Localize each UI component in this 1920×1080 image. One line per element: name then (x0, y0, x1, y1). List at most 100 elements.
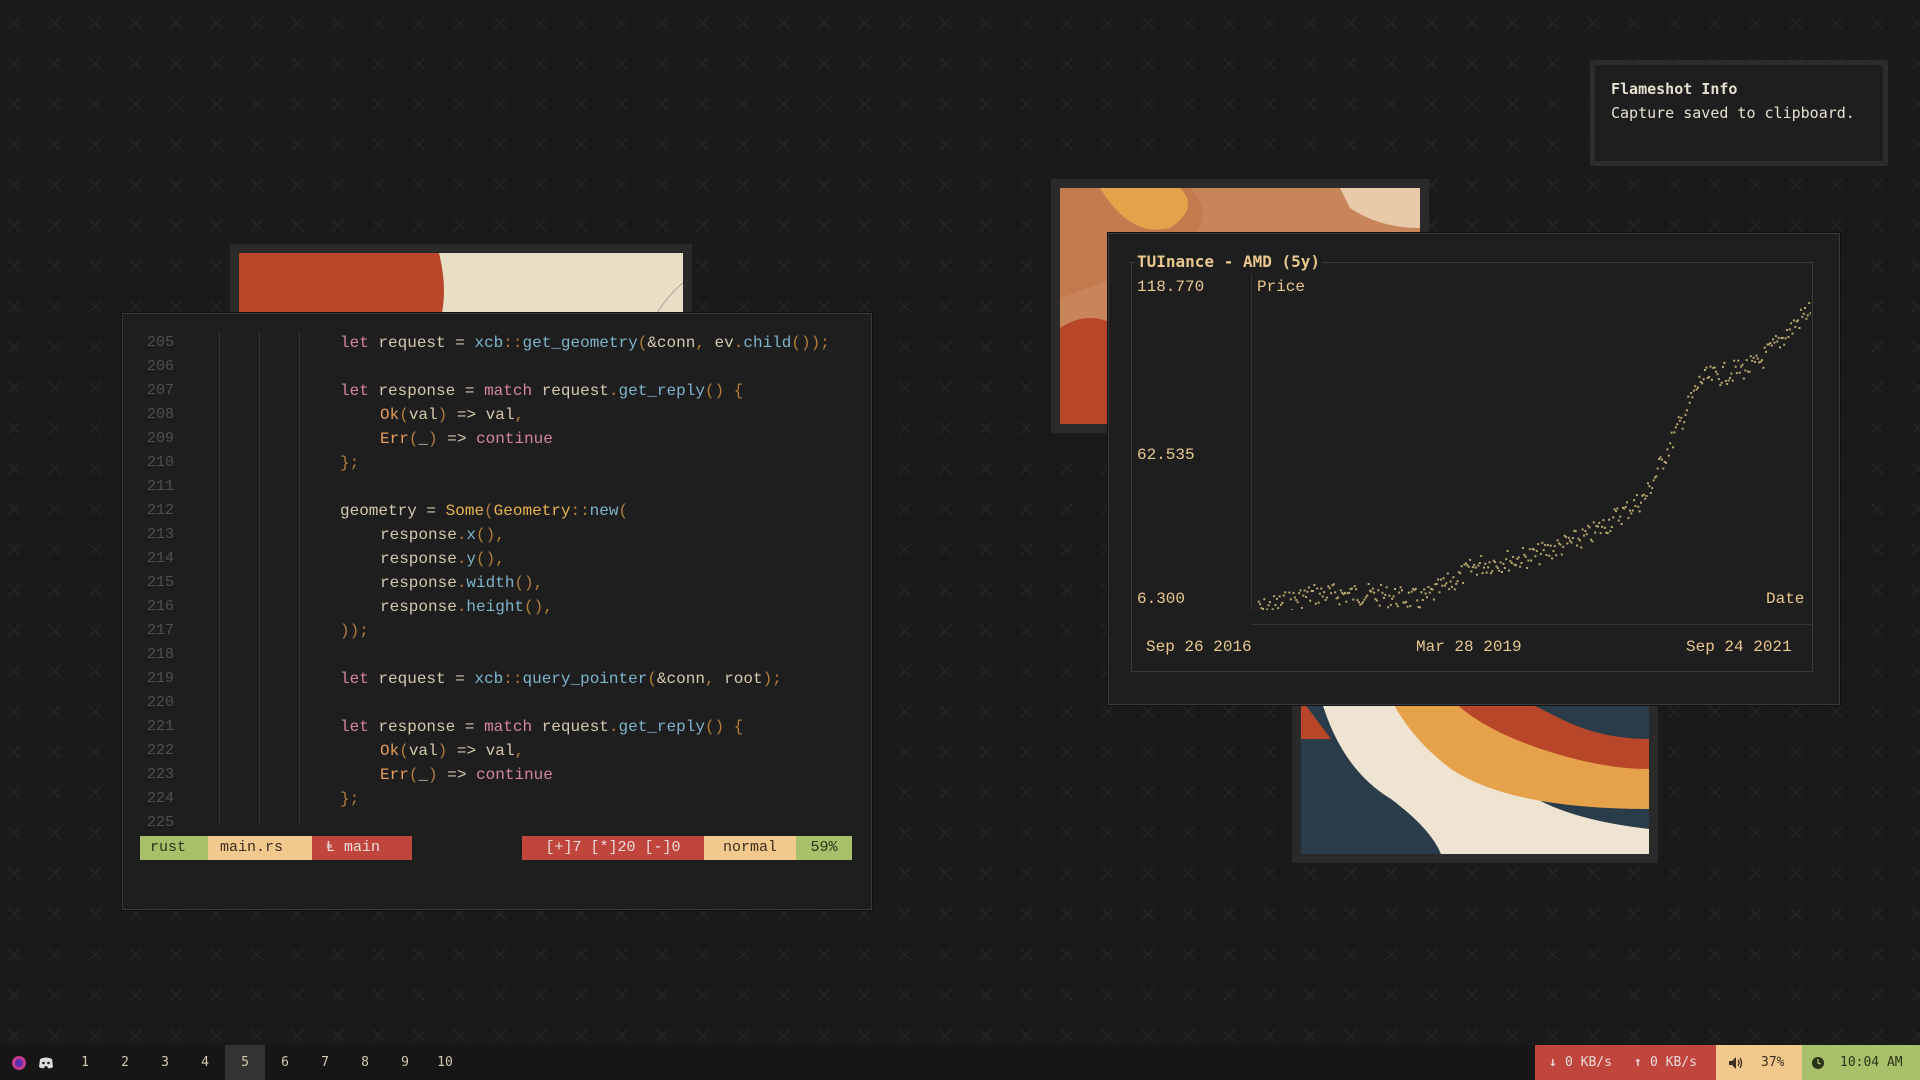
price-point (1656, 467, 1659, 470)
price-point (1784, 337, 1787, 340)
code-line[interactable]: 225 (140, 811, 852, 835)
code-line[interactable]: 219 let request = xcb::query_pointer(&con… (140, 667, 852, 691)
price-point (1426, 596, 1428, 599)
price-point (1608, 518, 1611, 521)
price-point (1469, 558, 1472, 561)
code-buffer[interactable]: 205 let request = xcb::get_geometry(&conn… (140, 331, 852, 835)
price-point (1508, 569, 1510, 572)
line-number: 207 (146, 382, 174, 399)
price-point (1601, 525, 1604, 528)
code-line[interactable]: 215 response.width(), (140, 571, 852, 595)
notification-title: Flameshot Info (1611, 80, 1738, 98)
code-line[interactable]: 221 let response = match request.get_repl… (140, 715, 852, 739)
price-point (1353, 585, 1356, 588)
price-point (1299, 589, 1302, 592)
price-point (1787, 336, 1790, 338)
price-point (1459, 572, 1462, 575)
code-line[interactable]: 208 Ok(val) => val, (140, 403, 852, 427)
workspace-button-9[interactable]: 9 (385, 1045, 425, 1080)
code-line[interactable]: 217)); (140, 619, 852, 643)
volume-indicator[interactable]: 37% (1716, 1045, 1802, 1080)
line-number: 206 (146, 358, 174, 375)
price-point (1496, 567, 1499, 570)
price-point (1367, 583, 1370, 585)
upload-speed: 0 KB/s (1650, 1055, 1697, 1070)
price-point (1527, 559, 1530, 562)
code-line[interactable]: 218 (140, 643, 852, 667)
workspace-button-8[interactable]: 8 (345, 1045, 385, 1080)
code-line[interactable]: 206 (140, 355, 852, 379)
y-tick-mid: 62.535 (1137, 446, 1195, 464)
price-point (1724, 380, 1727, 382)
app-launcher-icon[interactable] (9, 1053, 29, 1073)
price-point (1777, 336, 1780, 339)
price-point (1745, 359, 1748, 362)
code-line[interactable]: 213 response.x(), (140, 523, 852, 547)
price-point (1306, 590, 1309, 593)
code-line[interactable]: 214 response.y(), (140, 547, 852, 571)
code-line[interactable]: 224}; (140, 787, 852, 811)
price-point (1742, 377, 1745, 380)
price-point (1470, 570, 1473, 573)
price-point (1669, 442, 1672, 445)
price-point (1284, 591, 1287, 594)
price-point (1510, 562, 1513, 564)
workspace-button-1[interactable]: 1 (65, 1045, 105, 1080)
code-line[interactable]: 205 let request = xcb::get_geometry(&conn… (140, 331, 852, 355)
x-axis-line (1251, 624, 1811, 625)
line-number: 211 (146, 478, 174, 495)
price-point (1805, 317, 1808, 320)
workspace-button-6[interactable]: 6 (265, 1045, 305, 1080)
code-line[interactable]: 210}; (140, 451, 852, 475)
price-point (1645, 495, 1648, 497)
price-point (1435, 583, 1438, 585)
code-line[interactable]: 212 geometry = Some(Geometry::new( (140, 499, 852, 523)
notification-popup[interactable]: Flameshot Info Capture saved to clipboar… (1590, 60, 1888, 166)
code-line[interactable]: 216 response.height(), (140, 595, 852, 619)
price-point (1302, 594, 1305, 597)
code-line[interactable]: 207 let response = match request.get_repl… (140, 379, 852, 403)
clock-widget[interactable]: 10:04 AM (1802, 1045, 1920, 1080)
price-point (1685, 409, 1688, 412)
price-point (1670, 431, 1673, 434)
price-point (1317, 601, 1320, 604)
code-line[interactable]: 209 Err(_) => continue (140, 427, 852, 451)
code-line[interactable]: 222 Ok(val) => val, (140, 739, 852, 763)
workspace-button-7[interactable]: 7 (305, 1045, 345, 1080)
price-point (1628, 509, 1631, 512)
price-point (1565, 535, 1567, 538)
wallpaper-preview-window[interactable] (1292, 690, 1658, 863)
code-line[interactable]: 211 (140, 475, 852, 499)
price-point (1571, 537, 1574, 539)
price-point (1730, 372, 1733, 375)
price-point (1688, 401, 1691, 404)
price-point (1748, 370, 1751, 373)
price-point (1630, 512, 1633, 515)
price-point (1268, 601, 1271, 604)
price-point (1613, 508, 1616, 511)
code-editor-window[interactable]: 205 let request = xcb::get_geometry(&conn… (122, 313, 872, 910)
workspace-button-5[interactable]: 5 (225, 1045, 265, 1080)
workspace-button-4[interactable]: 4 (185, 1045, 225, 1080)
code-line[interactable]: 220 (140, 691, 852, 715)
price-point (1295, 599, 1298, 601)
price-point (1521, 547, 1524, 549)
workspace-button-3[interactable]: 3 (145, 1045, 185, 1080)
price-point (1313, 584, 1316, 586)
line-number: 222 (146, 742, 174, 759)
price-point (1740, 365, 1743, 368)
workspace-button-10[interactable]: 10 (425, 1045, 465, 1080)
price-point (1769, 342, 1772, 344)
discord-icon[interactable] (36, 1053, 56, 1073)
workspace-button-2[interactable]: 2 (105, 1045, 145, 1080)
price-point (1708, 376, 1711, 378)
tuinance-window[interactable]: 118.770 62.535 6.300 Price Date Sep 26 2… (1108, 233, 1840, 705)
price-point (1802, 312, 1805, 315)
price-point (1804, 307, 1806, 309)
price-point (1438, 591, 1441, 594)
price-point (1444, 584, 1446, 587)
price-point (1610, 526, 1613, 528)
code-line[interactable]: 223 Err(_) => continue (140, 763, 852, 787)
line-number: 219 (146, 670, 174, 687)
price-point (1455, 582, 1458, 585)
